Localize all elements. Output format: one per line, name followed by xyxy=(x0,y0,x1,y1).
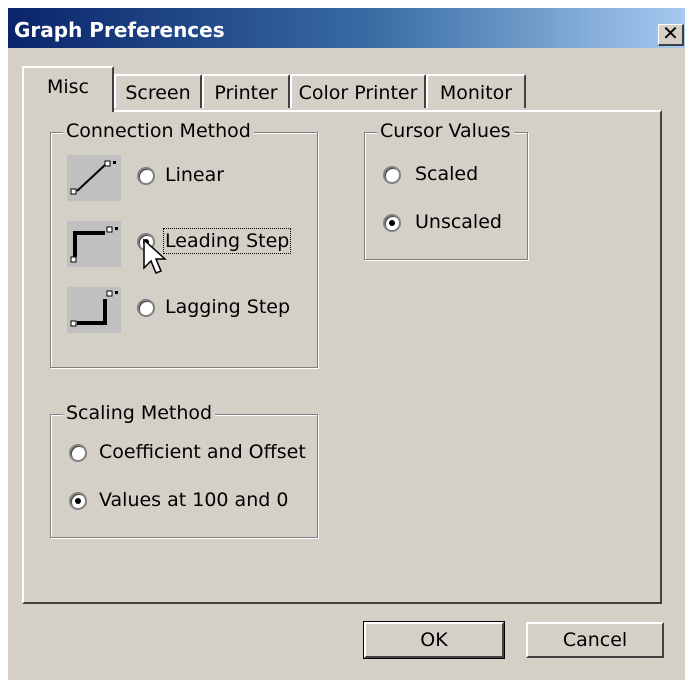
cancel-button[interactable]: Cancel xyxy=(526,622,664,658)
unscaled-radio[interactable] xyxy=(383,214,401,232)
ok-button[interactable]: OK xyxy=(363,621,505,659)
lagging-step-label[interactable]: Lagging Step xyxy=(165,296,290,318)
scaled-radio[interactable] xyxy=(383,166,401,184)
tab-monitor-label: Monitor xyxy=(439,82,513,104)
close-icon: ✕ xyxy=(662,21,679,45)
misc-tab-panel: Connection Method Linear Leading Step La… xyxy=(22,110,662,604)
window-title: Graph Preferences xyxy=(14,18,225,42)
lagging-step-radio[interactable] xyxy=(137,299,155,317)
tab-misc-label: Misc xyxy=(46,76,90,98)
linear-radio[interactable] xyxy=(137,167,155,185)
mouse-pointer-icon xyxy=(143,238,167,274)
close-button[interactable]: ✕ xyxy=(658,21,684,46)
unscaled-label[interactable]: Unscaled xyxy=(415,211,502,233)
values-100-0-radio[interactable] xyxy=(69,492,87,510)
tab-color-printer[interactable]: Color Printer xyxy=(290,74,426,108)
cursor-values-legend: Cursor Values xyxy=(377,120,514,142)
cancel-button-label: Cancel xyxy=(562,629,628,651)
leading-step-label[interactable]: Leading Step xyxy=(162,228,292,254)
linear-connection-icon xyxy=(67,155,121,201)
leading-step-icon xyxy=(67,221,121,267)
window-edge-top xyxy=(0,0,685,8)
linear-label[interactable]: Linear xyxy=(165,164,224,186)
ok-button-label: OK xyxy=(420,629,448,651)
lagging-step-icon xyxy=(67,287,121,333)
scaling-method-group: Scaling Method Coefficient and Offset Va… xyxy=(50,402,318,538)
values-100-0-label[interactable]: Values at 100 and 0 xyxy=(99,489,288,511)
tab-color-printer-label: Color Printer xyxy=(298,82,418,104)
tab-screen-label: Screen xyxy=(125,82,191,104)
coefficient-offset-label[interactable]: Coefficient and Offset xyxy=(99,441,306,463)
tab-monitor[interactable]: Monitor xyxy=(426,74,526,108)
window-edge-left xyxy=(0,0,8,680)
scaled-label[interactable]: Scaled xyxy=(415,163,478,185)
coefficient-offset-radio[interactable] xyxy=(69,444,87,462)
tab-printer[interactable]: Printer xyxy=(202,74,290,108)
tab-misc[interactable]: Misc xyxy=(22,66,114,112)
title-bar[interactable]: Graph Preferences ✕ xyxy=(8,8,685,48)
cursor-values-group: Cursor Values Scaled Unscaled xyxy=(364,120,528,260)
values-100-0-radio-dot xyxy=(75,498,81,504)
connection-method-legend: Connection Method xyxy=(63,120,254,142)
unscaled-radio-dot xyxy=(389,220,395,226)
tab-printer-label: Printer xyxy=(214,82,278,104)
graph-preferences-dialog: Graph Preferences ✕ Misc Screen Printer … xyxy=(0,0,685,680)
scaling-method-legend: Scaling Method xyxy=(63,402,216,424)
tab-screen[interactable]: Screen xyxy=(114,74,202,108)
connection-method-group: Connection Method Linear Leading Step La… xyxy=(50,120,318,368)
